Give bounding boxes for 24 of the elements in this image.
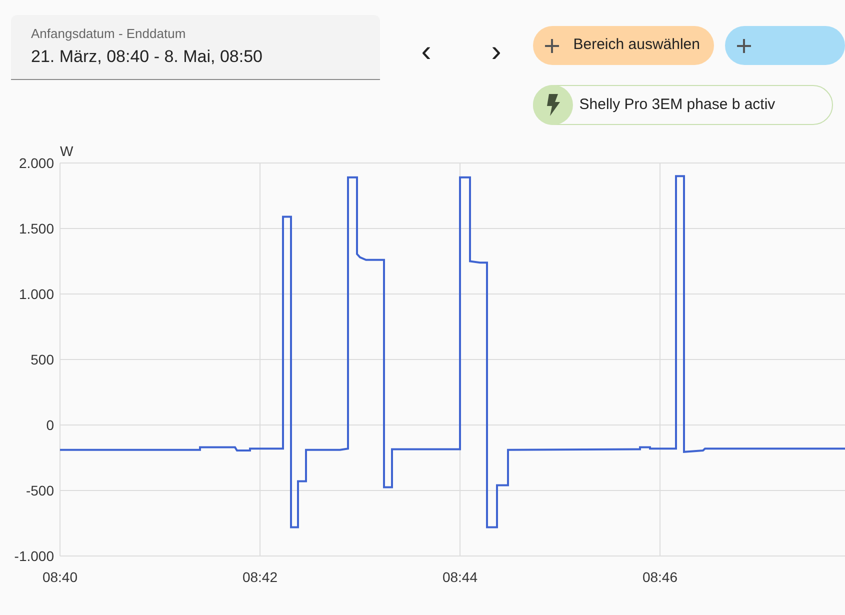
previous-button[interactable]: ‹ bbox=[408, 34, 444, 70]
y-tick-label: 1.000 bbox=[18, 286, 54, 302]
y-tick-label: 0 bbox=[46, 417, 54, 433]
entity-name: Shelly Pro 3EM phase b activ bbox=[579, 94, 776, 115]
y-tick-label: 1.500 bbox=[18, 220, 54, 236]
lightning-icon bbox=[533, 85, 574, 125]
x-tick-label: 08:44 bbox=[442, 569, 478, 585]
plus-icon bbox=[545, 38, 560, 52]
y-tick-label: 500 bbox=[30, 352, 54, 368]
y-tick-label: 2.000 bbox=[18, 155, 54, 171]
y-tick-label: -1.000 bbox=[14, 548, 54, 564]
entity-chip[interactable]: Shelly Pro 3EM phase b activ bbox=[533, 85, 834, 125]
y-axis-unit: W bbox=[60, 143, 74, 159]
next-button[interactable]: › bbox=[478, 34, 514, 70]
field-value: 21. März, 08:40 - 8. Mai, 08:50 bbox=[31, 46, 263, 68]
add-button[interactable] bbox=[725, 26, 845, 65]
add-button[interactable]: Bereich auswählen bbox=[533, 26, 714, 65]
x-tick-label: 08:40 bbox=[42, 569, 78, 585]
plus-icon bbox=[737, 38, 751, 52]
date-range-field[interactable]: Anfangsdatum - Enddatum 21. März, 08:40 - 8. Mai, 08:50 bbox=[11, 15, 380, 80]
x-tick-label: 08:46 bbox=[642, 569, 678, 585]
field-label: Anfangsdatum - Enddatum bbox=[31, 26, 186, 42]
y-tick-label: -500 bbox=[26, 482, 54, 498]
x-tick-label: 08:42 bbox=[242, 569, 278, 585]
